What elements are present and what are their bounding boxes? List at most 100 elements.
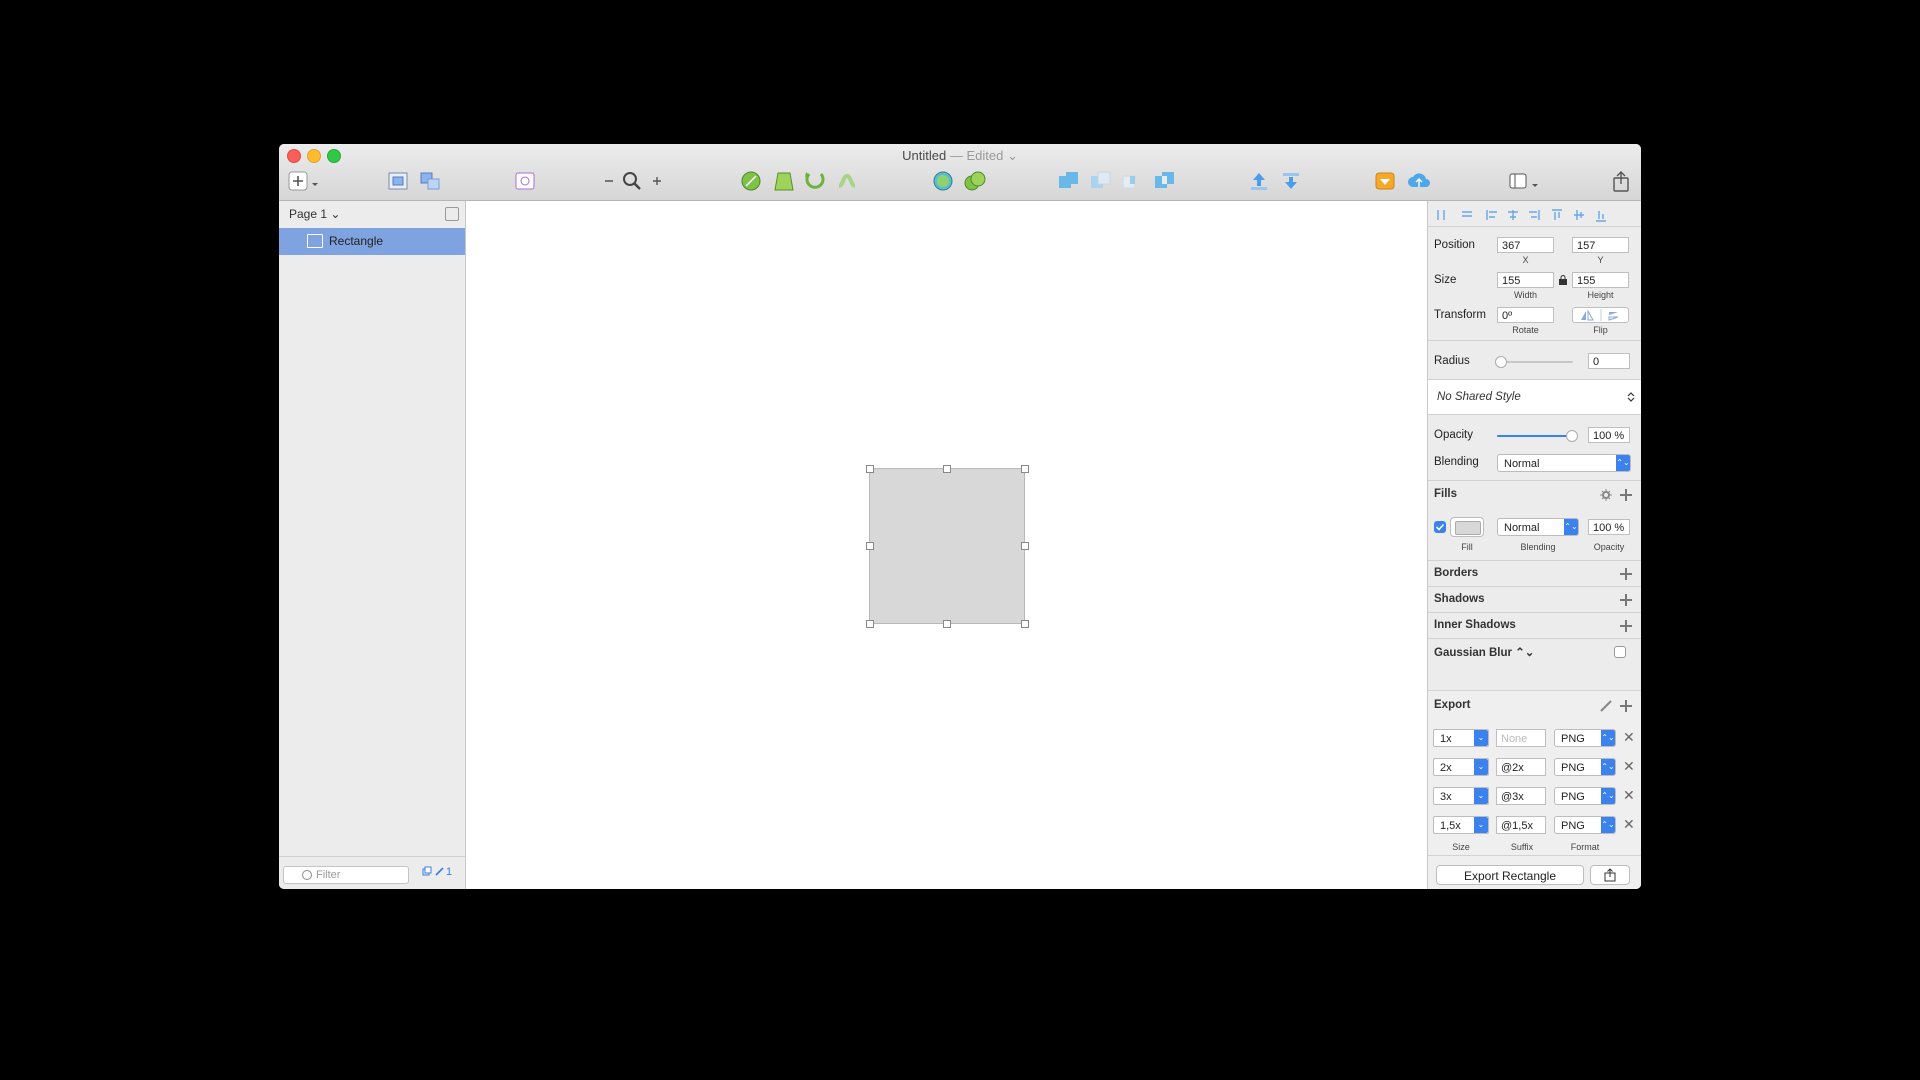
page-selector[interactable]: Page 1 ⌄ (289, 207, 340, 221)
opacity-slider-fill (1497, 435, 1571, 437)
inner-shadows-title: Inner Shadows (1434, 619, 1516, 631)
add-export-plus-icon[interactable] (1620, 700, 1632, 712)
fill-blending-select[interactable]: Normal ⌃⌄ (1497, 518, 1579, 536)
zoom-in-button[interactable] (649, 168, 665, 194)
subtract-button[interactable] (1088, 168, 1114, 194)
gaussian-blur-selector[interactable]: Gaussian Blur ⌃⌄ (1434, 645, 1534, 659)
lock-icon[interactable] (1559, 275, 1567, 285)
view-button[interactable] (1507, 168, 1539, 194)
fill-opacity-field[interactable]: 100 % (1588, 519, 1630, 535)
collapse-layers-icon[interactable] (445, 207, 459, 221)
canvas[interactable] (466, 201, 1427, 889)
resize-handle-ne[interactable] (1021, 465, 1029, 473)
backward-button[interactable] (1279, 168, 1303, 194)
shadows-title: Shadows (1434, 593, 1485, 605)
export-share-button[interactable] (1590, 865, 1630, 885)
difference-button[interactable] (1152, 168, 1178, 194)
blur-checkbox[interactable] (1614, 646, 1626, 658)
export-size-value: 2x (1440, 762, 1452, 774)
transform-icon (774, 172, 794, 191)
export-size-select[interactable]: 1,5x ⌄ (1433, 816, 1489, 834)
share-button[interactable] (1609, 168, 1633, 194)
union-button[interactable] (1056, 168, 1082, 194)
filter-input[interactable]: Filter (283, 866, 409, 884)
transform-button[interactable] (772, 168, 796, 194)
remove-export-close-icon[interactable]: ✕ (1623, 729, 1635, 746)
height-field[interactable]: 155 (1572, 272, 1629, 288)
divider (1428, 414, 1641, 415)
cloud-button[interactable] (1405, 168, 1433, 194)
checkmark-icon (1435, 523, 1445, 531)
radius-slider-knob[interactable] (1495, 356, 1507, 368)
select-arrow-icon: ⌃⌄ (1616, 455, 1630, 471)
add-shadow-plus-icon[interactable] (1620, 594, 1632, 606)
fill-color-well[interactable] (1450, 517, 1484, 537)
radius-slider[interactable] (1497, 361, 1573, 363)
position-y-field[interactable]: 157 (1572, 237, 1629, 253)
add-border-plus-icon[interactable] (1620, 568, 1632, 580)
create-symbol-button-2[interactable] (513, 168, 537, 194)
shared-style-selector[interactable]: No Shared Style (1428, 380, 1641, 414)
export-suffix-field[interactable]: @1,5x (1496, 816, 1546, 834)
export-suffix-field[interactable]: None (1496, 729, 1546, 747)
edit-button[interactable] (739, 168, 763, 194)
width-field[interactable]: 155 (1497, 272, 1554, 288)
select-arrow-icon: ⌃⌄ (1564, 519, 1578, 535)
create-symbol-button[interactable] (386, 168, 410, 194)
resize-handle-s[interactable] (943, 620, 951, 628)
rotate-caption: Rotate (1512, 325, 1539, 335)
opacity-field[interactable]: 100 % (1588, 427, 1630, 443)
resize-handle-e[interactable] (1021, 542, 1029, 550)
export-format-select[interactable]: PNG ⌃⌄ (1554, 787, 1616, 805)
add-inner-shadow-plus-icon[interactable] (1620, 620, 1632, 632)
intersect-button[interactable] (1120, 168, 1146, 194)
flip-caption: Flip (1593, 325, 1608, 335)
selected-rectangle[interactable] (869, 468, 1025, 624)
ungroup-button[interactable] (418, 168, 442, 194)
resize-handle-n[interactable] (943, 465, 951, 473)
zoom-out-button[interactable] (601, 168, 617, 194)
divider (1428, 560, 1641, 561)
slice-icon[interactable] (1600, 700, 1612, 712)
radius-field[interactable]: 0 (1588, 353, 1630, 369)
opacity-slider-knob[interactable] (1566, 430, 1578, 442)
export-format-select[interactable]: PNG ⌃⌄ (1554, 758, 1616, 776)
resize-handle-sw[interactable] (866, 620, 874, 628)
export-size-select[interactable]: 2x ⌄ (1433, 758, 1489, 776)
remove-export-close-icon[interactable]: ✕ (1623, 787, 1635, 804)
export-format-select[interactable]: PNG ⌃⌄ (1554, 729, 1616, 747)
export-size-select[interactable]: 3x ⌄ (1433, 787, 1489, 805)
footer-filter-icons[interactable]: 1 (422, 866, 452, 878)
add-fill-plus-icon[interactable] (1620, 489, 1632, 501)
zoom-button[interactable] (620, 168, 644, 194)
resize-handle-nw[interactable] (866, 465, 874, 473)
fill-blending-value: Normal (1504, 522, 1540, 534)
gear-icon[interactable] (1600, 489, 1612, 501)
flatten-button[interactable] (834, 168, 860, 194)
remove-export-close-icon[interactable]: ✕ (1623, 816, 1635, 833)
group-icon (388, 172, 408, 190)
remove-export-close-icon[interactable]: ✕ (1623, 758, 1635, 775)
rotate-field[interactable]: 0º (1497, 307, 1554, 323)
export-rectangle-button[interactable]: Export Rectangle (1436, 865, 1584, 885)
insert-button[interactable] (287, 168, 319, 194)
rotate-button[interactable] (802, 168, 828, 194)
export-size-select[interactable]: 1x ⌄ (1433, 729, 1489, 747)
blending-select[interactable]: Normal ⌃⌄ (1497, 454, 1631, 472)
layer-row[interactable]: Rectangle (279, 228, 465, 255)
mirror-button[interactable] (1373, 168, 1397, 194)
chevron-updown-icon (1627, 392, 1635, 402)
scale-button[interactable] (962, 168, 988, 194)
resize-handle-se[interactable] (1021, 620, 1029, 628)
export-suffix-field[interactable]: @3x (1496, 787, 1546, 805)
resize-handle-w[interactable] (866, 542, 874, 550)
export-size-value: 1,5x (1440, 820, 1461, 832)
fill-enabled-checkbox[interactable] (1434, 521, 1446, 533)
export-suffix-field[interactable]: @2x (1496, 758, 1546, 776)
mask-icon (933, 171, 953, 191)
forward-button[interactable] (1247, 168, 1271, 194)
export-format-select[interactable]: PNG ⌃⌄ (1554, 816, 1616, 834)
position-x-field[interactable]: 367 (1497, 237, 1554, 253)
mask-button[interactable] (930, 168, 956, 194)
edited-indicator[interactable]: — Edited ⌄ (950, 148, 1018, 163)
